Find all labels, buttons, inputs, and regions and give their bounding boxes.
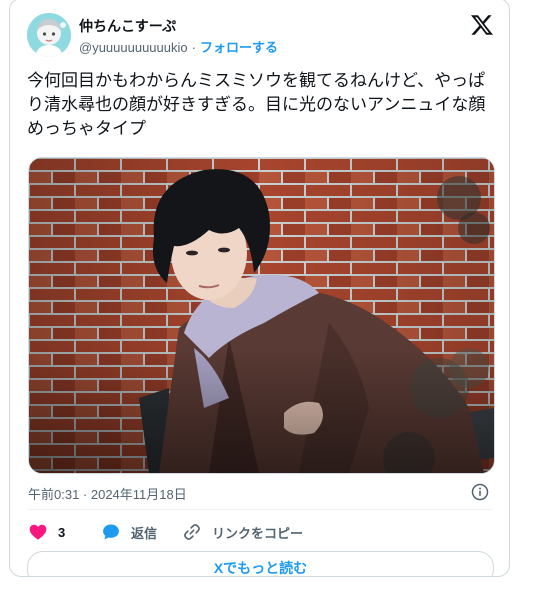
tweet-photo[interactable]	[28, 157, 495, 474]
copy-link-button[interactable]: リンクをコピー	[182, 521, 303, 543]
tweet-actions: 3 返信 リンクをコピー	[28, 521, 493, 543]
copy-link-label: リンクをコピー	[212, 525, 304, 541]
like-button[interactable]: 3	[28, 521, 65, 543]
photo-image	[29, 158, 494, 473]
x-logo-icon[interactable]	[470, 13, 494, 37]
tweet-header: 仲ちんこすーぷ @yuuuuuuuuuukio · フォローする	[27, 13, 497, 61]
like-count: 3	[58, 524, 66, 540]
reply-button[interactable]: 返信	[101, 521, 157, 543]
author-handle[interactable]: @yuuuuuuuuuukio	[79, 40, 188, 55]
heart-icon	[29, 524, 47, 540]
embedded-tweet-card: 仲ちんこすーぷ @yuuuuuuuuuukio · フォローする 今何回目かもわから…	[9, 0, 510, 577]
author-handle-line: @yuuuuuuuuuukio · フォローする	[79, 37, 278, 56]
author-avatar[interactable]	[27, 13, 71, 57]
follow-button[interactable]: フォローする	[200, 40, 278, 55]
read-more-button[interactable]: Xでもっと読む	[27, 551, 494, 576]
tweet-timestamp[interactable]: 午前0:31 · 2024年11月18日	[28, 484, 187, 503]
info-icon[interactable]	[471, 483, 489, 501]
tweet-text: 今何回目かもわからんミスミソウを観てるねんけど、やっぱり清水尋也の顔が好きすぎる…	[27, 71, 486, 138]
page: 仲ちんこすーぷ @yuuuuuuuuuukio · フォローする 今何回目かもわから…	[0, 0, 535, 591]
author-display-name[interactable]: 仲ちんこすーぷ	[79, 16, 176, 36]
speech-bubble-icon	[103, 524, 119, 540]
separator-dot: ·	[191, 40, 196, 55]
link-icon	[184, 524, 200, 540]
divider	[27, 509, 493, 510]
reply-label: 返信	[131, 525, 158, 541]
avatar-illustration	[27, 13, 71, 57]
